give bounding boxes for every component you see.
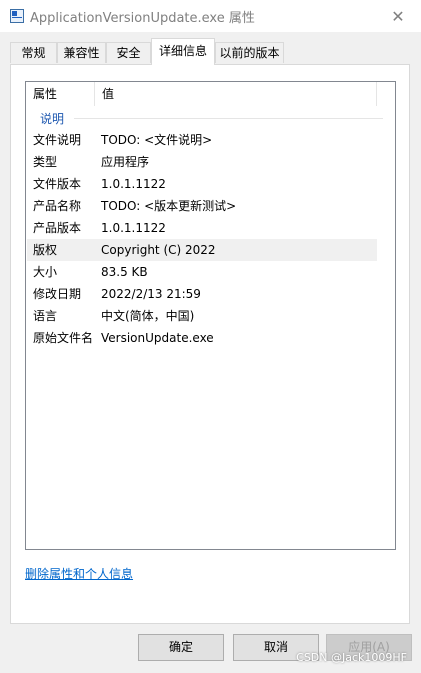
- group-divider: [74, 118, 383, 119]
- property-value: 2022/2/13 21:59: [101, 287, 201, 301]
- property-name: 大小: [33, 265, 58, 279]
- group-label: 说明: [40, 112, 65, 126]
- group-header-description: 说明: [26, 108, 395, 128]
- property-row-selected[interactable]: 版权 Copyright (C) 2022: [27, 239, 377, 261]
- property-value: 应用程序: [101, 155, 150, 169]
- close-icon: ✕: [391, 6, 405, 26]
- column-header-property[interactable]: 属性: [26, 82, 95, 106]
- property-value: TODO: <版本更新测试>: [101, 199, 237, 213]
- property-value: 1.0.1.1122: [101, 177, 166, 191]
- ok-button[interactable]: 确定: [138, 634, 224, 661]
- property-value: 1.0.1.1122: [101, 221, 166, 235]
- property-row[interactable]: 产品版本 1.0.1.1122: [27, 217, 377, 239]
- property-row[interactable]: 原始文件名 VersionUpdate.exe: [27, 327, 377, 349]
- property-name: 版权: [33, 243, 58, 257]
- details-panel: 属性 值 说明 文件说明 TODO: <文件说明> 类型 应用程序 文件版本 1…: [10, 64, 410, 624]
- column-header-value[interactable]: 值: [95, 82, 377, 106]
- property-name: 语言: [33, 309, 58, 323]
- property-value: 83.5 KB: [101, 265, 148, 279]
- property-value: Copyright (C) 2022: [101, 243, 216, 257]
- list-header: 属性 值: [26, 82, 395, 106]
- watermark: CSDN @Jack1009HF: [296, 651, 407, 664]
- property-row[interactable]: 产品名称 TODO: <版本更新测试>: [27, 195, 377, 217]
- property-value: VersionUpdate.exe: [101, 331, 214, 345]
- property-row[interactable]: 语言 中文(简体，中国): [27, 305, 377, 327]
- tab-strip: 常规 兼容性 安全 详细信息 以前的版本: [0, 38, 421, 65]
- property-row[interactable]: 文件说明 TODO: <文件说明>: [27, 129, 377, 151]
- title-bar: ApplicationVersionUpdate.exe 属性 ✕: [0, 0, 421, 32]
- window-title: ApplicationVersionUpdate.exe 属性: [30, 11, 255, 26]
- tab-security[interactable]: 安全: [106, 42, 151, 63]
- property-name: 类型: [33, 155, 58, 169]
- property-name: 文件版本: [33, 177, 82, 191]
- property-row[interactable]: 大小 83.5 KB: [27, 261, 377, 283]
- property-row[interactable]: 修改日期 2022/2/13 21:59: [27, 283, 377, 305]
- remove-properties-link[interactable]: 删除属性和个人信息: [25, 565, 133, 582]
- properties-list[interactable]: 属性 值 说明 文件说明 TODO: <文件说明> 类型 应用程序 文件版本 1…: [25, 81, 396, 550]
- application-icon: [10, 9, 24, 23]
- close-button[interactable]: ✕: [375, 0, 421, 32]
- property-row[interactable]: 文件版本 1.0.1.1122: [27, 173, 377, 195]
- property-name: 文件说明: [33, 133, 82, 147]
- property-row[interactable]: 类型 应用程序: [27, 151, 377, 173]
- tab-details[interactable]: 详细信息: [151, 38, 215, 65]
- property-value: TODO: <文件说明>: [101, 133, 213, 147]
- property-name: 修改日期: [33, 287, 82, 301]
- tab-compatibility[interactable]: 兼容性: [57, 42, 106, 63]
- property-name: 产品名称: [33, 199, 82, 213]
- tab-general[interactable]: 常规: [10, 42, 57, 63]
- property-value: 中文(简体，中国): [101, 309, 195, 323]
- property-name: 产品版本: [33, 221, 82, 235]
- property-name: 原始文件名: [33, 331, 94, 345]
- tab-previous-versions[interactable]: 以前的版本: [215, 42, 284, 63]
